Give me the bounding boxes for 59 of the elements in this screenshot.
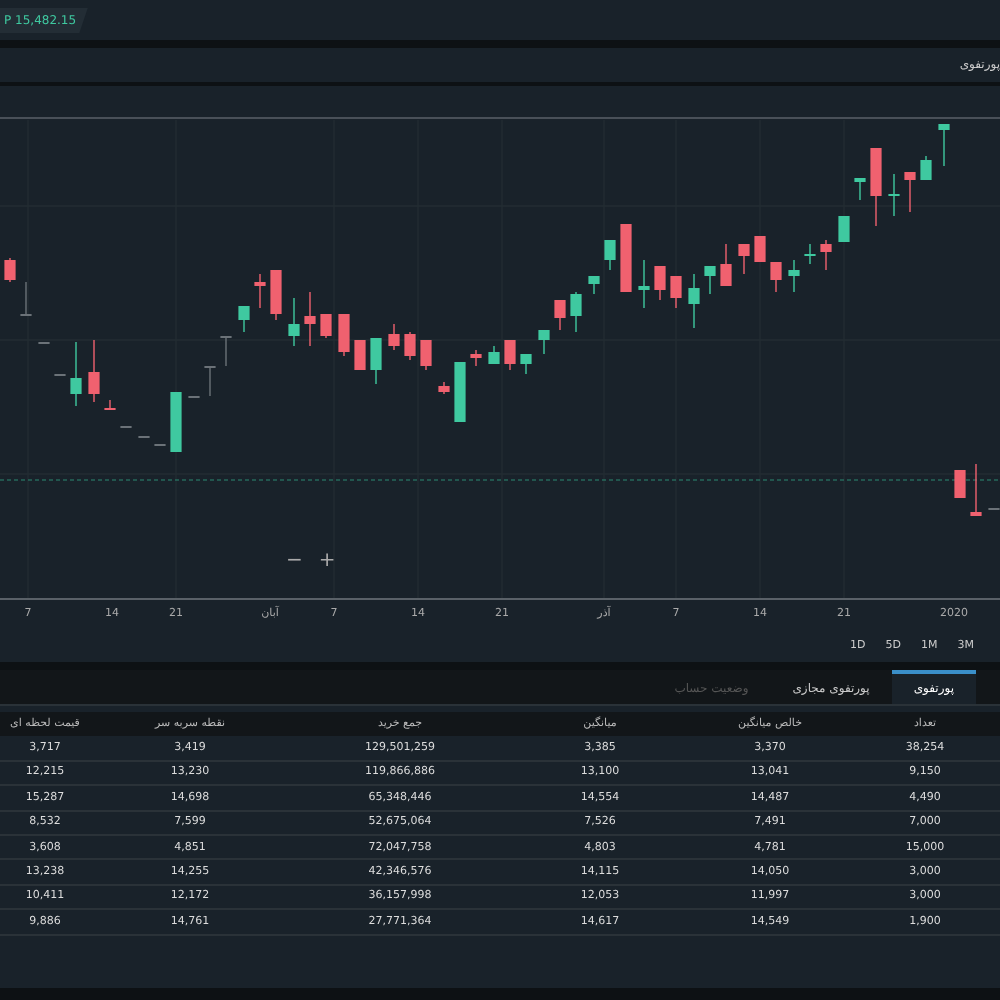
candlestick	[88, 339, 100, 403]
candlestick	[688, 273, 700, 329]
candlestick	[38, 341, 50, 344]
candlestick	[270, 269, 282, 321]
candlestick	[304, 291, 316, 347]
candlestick	[404, 331, 416, 361]
candlestick	[770, 261, 782, 293]
candlestick	[820, 239, 832, 271]
zoom-in-button[interactable]: +	[314, 552, 340, 572]
candlestick	[638, 259, 650, 309]
candlestick	[588, 275, 600, 295]
candlestick	[454, 361, 466, 423]
candlestick	[788, 259, 800, 293]
candlestick	[288, 297, 300, 347]
candlestick	[604, 239, 616, 271]
candlestick	[420, 339, 432, 371]
candlestick	[954, 469, 966, 499]
candlestick	[570, 291, 582, 333]
candlestick	[670, 275, 682, 309]
candlestick	[504, 339, 516, 371]
candlestick	[838, 215, 850, 243]
candlestick	[520, 353, 532, 375]
candlestick	[438, 381, 450, 395]
candlestick	[554, 299, 566, 331]
candlestick	[754, 235, 766, 263]
candlestick	[254, 273, 266, 309]
candlestick	[920, 155, 932, 181]
candlestick	[470, 349, 482, 367]
candlestick	[338, 313, 350, 357]
candlestick	[370, 337, 382, 385]
candlestick	[70, 341, 82, 407]
candlestick	[220, 335, 232, 367]
candlestick	[188, 395, 200, 398]
candlestick	[104, 399, 116, 411]
candlestick	[538, 329, 550, 355]
candlestick	[204, 365, 216, 397]
candlestick	[970, 463, 982, 517]
candlestick	[170, 391, 182, 453]
candlestick	[988, 507, 1000, 510]
candlestick	[888, 173, 900, 217]
candlestick	[388, 323, 400, 351]
candlestick	[54, 373, 66, 376]
candlestick	[320, 313, 332, 339]
candlestick	[488, 345, 500, 365]
candlestick	[20, 281, 32, 316]
candlestick	[720, 243, 732, 287]
candlestick	[854, 177, 866, 201]
candlestick	[620, 223, 632, 293]
candlestick	[238, 305, 250, 333]
zoom-out-button[interactable]: −	[282, 552, 307, 572]
candlestick	[904, 171, 916, 213]
candlestick	[804, 243, 816, 265]
candlestick	[870, 147, 882, 227]
candlestick	[738, 243, 750, 275]
candlestick	[704, 265, 716, 295]
candlestick	[938, 123, 950, 167]
candlestick	[654, 265, 666, 301]
candlestick	[354, 339, 366, 371]
candlestick	[4, 257, 16, 283]
